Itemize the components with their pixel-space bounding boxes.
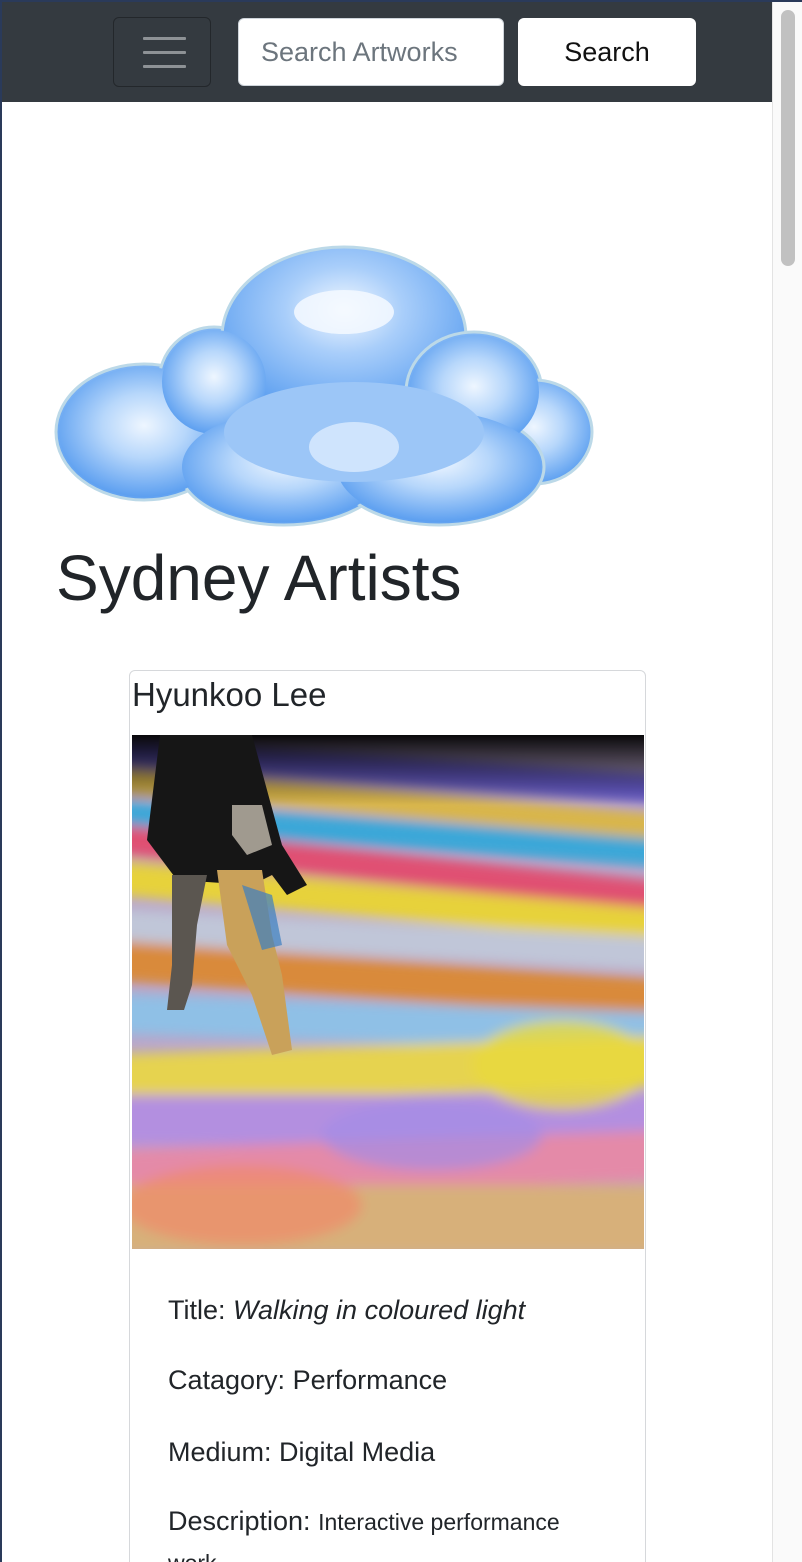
hamburger-icon-bottom-line [143,65,186,68]
hamburger-icon-middle-line [143,51,186,54]
category-label: Catagory: [168,1365,293,1395]
artist-name: Hyunkoo Lee [132,676,327,713]
scrollbar-thumb[interactable] [781,10,795,266]
title-label: Title: [168,1295,234,1325]
page-title: Sydney Artists [56,542,462,614]
medium-label: Medium: [168,1437,280,1467]
detail-description: Description: Interactive performance wor… [168,1501,608,1562]
artwork-image [132,735,644,1249]
search-button[interactable]: Search [518,18,696,86]
artwork-card: Hyunkoo Lee Title: Walking in coloured l… [129,670,646,1562]
navbar: Search [2,2,772,102]
hamburger-icon [143,37,186,40]
title-value: Walking in coloured light [233,1295,526,1325]
menu-toggle-button[interactable] [113,17,211,87]
detail-medium: Medium: Digital Media [168,1435,435,1469]
detail-category: Catagory: Performance [168,1363,447,1397]
page-viewport: Search Artworks Search Sydney Artists Hy… [2,2,772,1562]
detail-title: Title: Walking in coloured light [168,1293,525,1327]
search-input[interactable] [238,18,504,86]
cloud-logo [54,245,594,527]
medium-value: Digital Media [279,1437,436,1467]
vertical-scrollbar[interactable] [772,2,802,1562]
browser-window: Search Artworks Search Sydney Artists Hy… [0,0,802,1562]
category-value: Performance [292,1365,448,1395]
description-label: Description: [168,1506,319,1536]
